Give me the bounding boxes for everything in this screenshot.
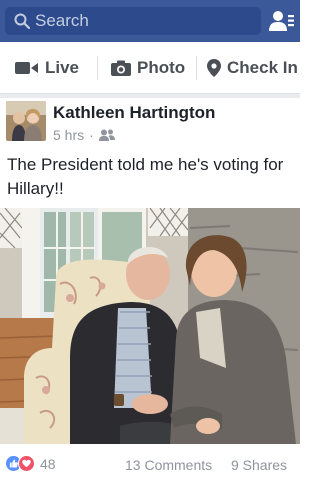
post-footer: 48 13 Comments 9 Shares [0,444,300,480]
friend-requests-icon[interactable] [269,9,295,33]
check-in-button[interactable]: Check In [207,42,298,94]
shares-count-link[interactable]: 9 Shares [231,457,287,473]
divider [97,56,98,80]
profile-photo [6,101,46,141]
post-author[interactable]: Kathleen Hartington [53,103,215,123]
top-bar [0,0,300,42]
post-meta: 5 hrs · [53,127,115,143]
reactions-summary[interactable]: 48 [5,455,56,472]
comments-count-link[interactable]: 13 Comments [125,457,212,473]
post-time[interactable]: 5 hrs [53,127,84,143]
location-pin-icon [207,59,221,77]
avatar[interactable] [6,101,46,141]
live-button[interactable]: Live [15,42,79,94]
video-icon [15,62,38,74]
live-label: Live [45,58,80,77]
check-in-label: Check In [227,58,298,77]
composer-bar: Live Photo Check In [0,42,300,94]
friends-icon [98,129,115,141]
reaction-count: 48 [40,455,56,472]
separator-dot: · [89,127,94,143]
photo-illustration [0,208,300,444]
love-reaction-icon [18,455,35,472]
search-box[interactable] [5,7,261,35]
photo-label: Photo [137,58,186,77]
photo-button[interactable]: Photo [111,42,185,94]
post-photo[interactable] [0,208,300,444]
divider [196,56,197,80]
section-gap [0,94,300,98]
search-icon [14,13,30,29]
camera-icon [111,60,131,76]
post-text: The President told me he's voting for Hi… [7,155,284,198]
search-input[interactable] [35,9,255,33]
